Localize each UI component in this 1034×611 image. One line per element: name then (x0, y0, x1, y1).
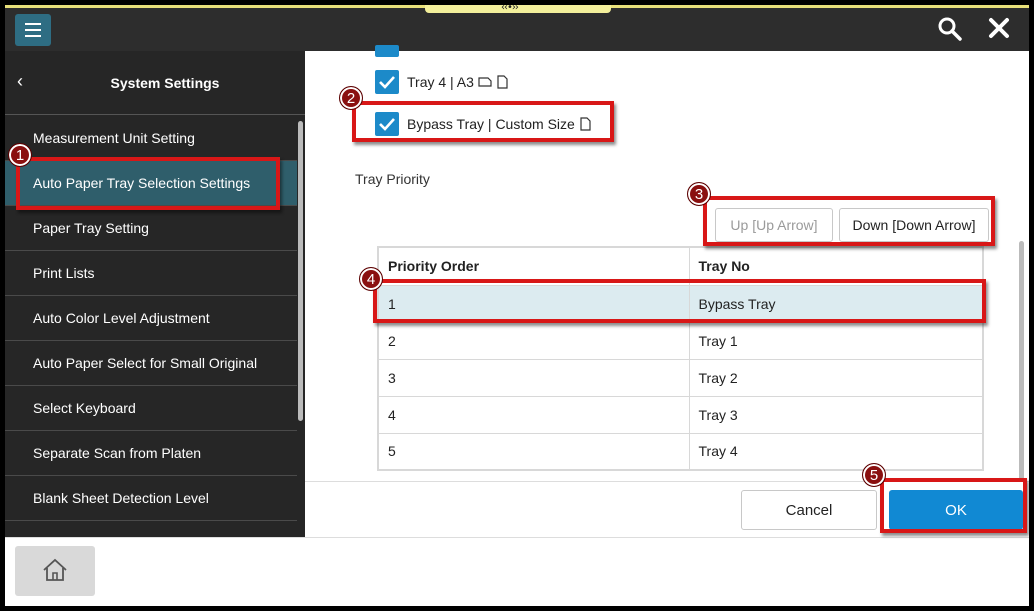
step-marker-3: 3 (687, 182, 711, 206)
tray-cell: Tray 4 (688, 432, 984, 471)
table-header-row: Priority Order Tray No (377, 246, 984, 286)
menu-button[interactable] (15, 14, 51, 46)
screen: ‹‹•›› ‹ System Settings Measurement Unit (5, 5, 1029, 606)
home-button[interactable] (15, 546, 95, 596)
sidebar-item-paper-tray-setting[interactable]: Paper Tray Setting (5, 206, 297, 251)
step-marker-4: 4 (359, 267, 383, 291)
search-icon (938, 17, 962, 41)
check-icon (379, 118, 395, 131)
tray4-row: Tray 4 | A3 (375, 68, 508, 96)
ok-button[interactable]: OK (889, 490, 1023, 530)
header-priority-order: Priority Order (377, 246, 690, 286)
sidebar-item-auto-paper-select-small-original[interactable]: Auto Paper Select for Small Original (5, 341, 297, 386)
sidebar-item-separate-scan-from-platen[interactable]: Separate Scan from Platen (5, 431, 297, 476)
home-icon (43, 558, 67, 581)
tray-priority-label: Tray Priority (355, 171, 430, 187)
step-marker-2: 2 (339, 86, 363, 110)
handle-glyph: ‹‹•›› (501, 5, 519, 13)
sidebar-list: Measurement Unit Setting Auto Paper Tray… (5, 116, 297, 521)
footer-divider (305, 481, 1029, 482)
sidebar-title: System Settings (110, 75, 220, 91)
sidebar: ‹ System Settings Measurement Unit Setti… (5, 51, 305, 537)
back-button[interactable]: ‹ (17, 71, 37, 95)
close-button[interactable] (985, 14, 1013, 42)
tray-cell: Tray 1 (688, 321, 984, 360)
bypass-tray-row: Bypass Tray | Custom Size (375, 110, 591, 138)
main-panel: Tray 4 | A3 Bypass Tray | Custom Size Tr… (305, 45, 1029, 537)
close-icon (989, 18, 1009, 38)
main-scrollbar[interactable] (1019, 241, 1024, 481)
partial-checkbox[interactable] (375, 45, 399, 57)
portrait-paper-icon (497, 75, 508, 89)
sidebar-item-print-lists[interactable]: Print Lists (5, 251, 297, 296)
check-icon (379, 76, 395, 89)
tray-cell: Bypass Tray (688, 284, 984, 323)
tray4-checkbox[interactable] (375, 70, 399, 94)
pull-down-handle[interactable]: ‹‹•›› (425, 5, 611, 13)
priority-cell: 4 (377, 395, 690, 434)
tray4-label: Tray 4 | A3 (407, 74, 474, 90)
table-row[interactable]: 1 Bypass Tray (377, 284, 984, 323)
sidebar-item-select-keyboard[interactable]: Select Keyboard (5, 386, 297, 431)
header-tray-no: Tray No (688, 246, 984, 286)
sidebar-scrollbar[interactable] (298, 121, 303, 421)
sidebar-item-auto-paper-tray-selection-settings[interactable]: Auto Paper Tray Selection Settings (5, 161, 297, 206)
tray-cell: Tray 2 (688, 358, 984, 397)
table-row[interactable]: 3 Tray 2 (377, 358, 984, 397)
bottom-bar (5, 537, 1029, 606)
bypass-tray-checkbox[interactable] (375, 112, 399, 136)
priority-table: Priority Order Tray No 1 Bypass Tray 2 T… (377, 246, 984, 471)
priority-cell: 3 (377, 358, 690, 397)
sidebar-item-blank-sheet-detection-level[interactable]: Blank Sheet Detection Level (5, 476, 297, 521)
priority-cell: 2 (377, 321, 690, 360)
landscape-paper-icon (478, 77, 492, 87)
step-marker-5: 5 (862, 463, 886, 487)
bypass-tray-label: Bypass Tray | Custom Size (407, 116, 575, 132)
tray-cell: Tray 3 (688, 395, 984, 434)
table-row[interactable]: 2 Tray 1 (377, 321, 984, 360)
priority-cell: 1 (377, 284, 690, 323)
priority-cell: 5 (377, 432, 690, 471)
up-button[interactable]: Up [Up Arrow] (715, 208, 833, 242)
table-row[interactable]: 4 Tray 3 (377, 395, 984, 434)
sidebar-item-measurement-unit-setting[interactable]: Measurement Unit Setting (5, 116, 297, 161)
top-bar: ‹‹•›› (5, 5, 1029, 51)
table-row[interactable]: 5 Tray 4 (377, 432, 984, 471)
down-button[interactable]: Down [Down Arrow] (839, 208, 989, 242)
step-marker-1: 1 (8, 143, 32, 167)
device-frame: ‹‹•›› ‹ System Settings Measurement Unit (0, 0, 1034, 611)
search-button[interactable] (937, 16, 963, 42)
sidebar-header: ‹ System Settings (5, 51, 305, 115)
portrait-paper-icon (580, 117, 591, 131)
sidebar-item-auto-color-level-adjustment[interactable]: Auto Color Level Adjustment (5, 296, 297, 341)
cancel-button[interactable]: Cancel (741, 490, 877, 530)
